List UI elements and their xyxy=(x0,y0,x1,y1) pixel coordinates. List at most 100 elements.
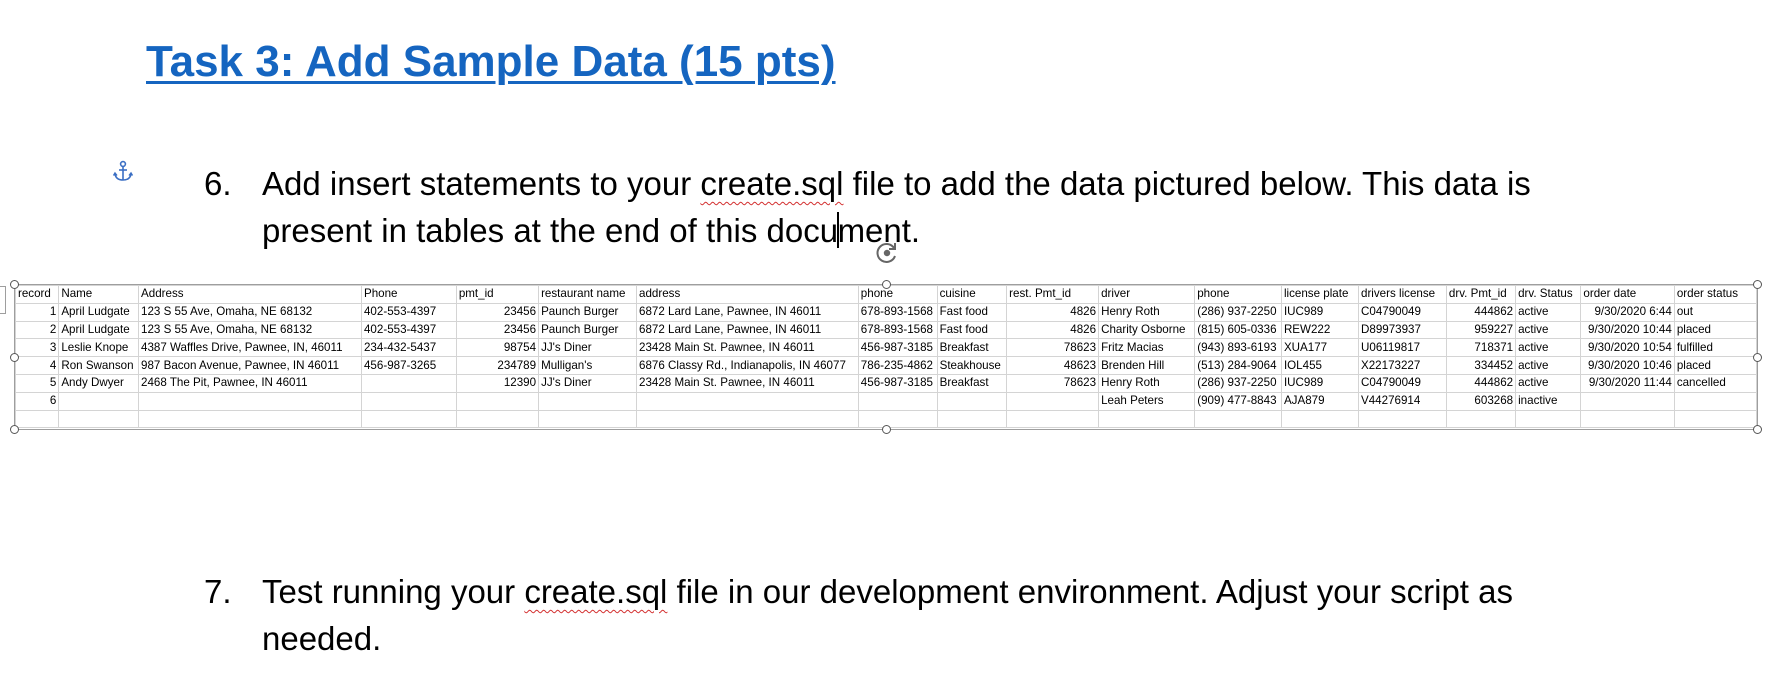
table-cell[interactable]: 23456 xyxy=(455,320,540,340)
table-cell[interactable] xyxy=(138,391,362,411)
table-cell[interactable]: 98754 xyxy=(455,338,540,358)
table-cell[interactable]: (513) 284-9064 xyxy=(1194,356,1282,375)
column-header[interactable]: record xyxy=(14,285,60,304)
table-cell[interactable]: 48623 xyxy=(1006,356,1100,375)
item-6-line-2[interactable]: present in tables at the end of this doc… xyxy=(262,207,920,254)
table-cell[interactable] xyxy=(538,391,638,411)
table-cell[interactable]: 678-893-1568 xyxy=(857,302,938,322)
table-cell[interactable]: IUC989 xyxy=(1280,373,1360,393)
table-cell[interactable]: 456-987-3185 xyxy=(857,338,938,358)
table-cell[interactable] xyxy=(1673,391,1758,411)
table-cell[interactable]: 23428 Main St. Pawnee, IN 46011 xyxy=(636,373,859,393)
table-cell[interactable]: 9/30/2020 10:46 xyxy=(1580,356,1675,375)
column-header[interactable]: pmt_id xyxy=(455,285,540,304)
table-cell[interactable]: 3 xyxy=(14,338,60,358)
table-cell[interactable]: 786-235-4862 xyxy=(857,356,938,375)
table-cell[interactable] xyxy=(936,409,1008,429)
table-cell[interactable]: 987 Bacon Avenue, Pawnee, IN 46011 xyxy=(138,356,362,375)
column-header[interactable]: cuisine xyxy=(936,285,1008,304)
column-header[interactable]: drivers license xyxy=(1358,285,1447,304)
table-cell[interactable]: 23456 xyxy=(455,302,540,322)
column-header[interactable]: driver xyxy=(1098,285,1196,304)
column-header[interactable]: Address xyxy=(138,285,362,304)
embedded-spreadsheet[interactable]: record Name Address Phone pmt_id restaurant n… xyxy=(10,280,1762,434)
table-cell[interactable]: (943) 893-6193 xyxy=(1194,338,1282,358)
table-cell[interactable]: 4826 xyxy=(1006,302,1100,322)
table-cell[interactable]: 402-553-4397 xyxy=(360,320,457,340)
resize-handle-middle-right[interactable] xyxy=(1753,353,1762,362)
table-cell[interactable]: (286) 937-2250 xyxy=(1194,302,1282,322)
table-cell[interactable]: active xyxy=(1515,320,1582,340)
table-cell[interactable] xyxy=(14,409,60,429)
table-cell[interactable]: 78623 xyxy=(1006,373,1100,393)
table-cell[interactable] xyxy=(538,409,638,429)
table-cell[interactable]: 6872 Lard Lane, Pawnee, IN 46011 xyxy=(636,302,859,322)
table-cell[interactable]: 6872 Lard Lane, Pawnee, IN 46011 xyxy=(636,320,859,340)
table-cell[interactable]: 234-432-5437 xyxy=(360,338,457,358)
table-cell[interactable]: 456-987-3265 xyxy=(360,356,457,375)
table-cell[interactable]: 444862 xyxy=(1445,373,1517,393)
table-cell[interactable] xyxy=(1006,409,1100,429)
column-header[interactable]: drv. Pmt_id xyxy=(1445,285,1517,304)
table-cell[interactable]: JJ's Diner xyxy=(538,373,638,393)
table-cell[interactable]: 5 xyxy=(14,373,60,393)
table-cell[interactable]: 123 S 55 Ave, Omaha, NE 68132 xyxy=(138,320,362,340)
resize-handle-bottom-right[interactable] xyxy=(1753,425,1762,434)
table-cell[interactable]: inactive xyxy=(1515,391,1582,411)
table-cell[interactable]: 678-893-1568 xyxy=(857,320,938,340)
table-cell[interactable] xyxy=(1580,391,1675,411)
table-cell[interactable]: 456-987-3185 xyxy=(857,373,938,393)
table-cell[interactable]: Leslie Knope xyxy=(58,338,140,358)
table-cell[interactable] xyxy=(1673,409,1758,429)
table-cell[interactable]: out xyxy=(1673,302,1758,322)
table-cell[interactable]: X22173227 xyxy=(1358,356,1447,375)
column-header[interactable]: restaurant name xyxy=(538,285,638,304)
table-cell[interactable]: Paunch Burger xyxy=(538,320,638,340)
table-cell[interactable]: Henry Roth xyxy=(1098,302,1196,322)
table-cell[interactable]: 4826 xyxy=(1006,320,1100,340)
table-cell[interactable]: Breakfast xyxy=(936,373,1008,393)
column-header[interactable]: order status xyxy=(1673,285,1758,304)
table-cell[interactable]: placed xyxy=(1673,356,1758,375)
table-cell[interactable] xyxy=(58,391,140,411)
table-cell[interactable]: Leah Peters xyxy=(1098,391,1196,411)
table-cell[interactable]: 334452 xyxy=(1445,356,1517,375)
table-cell[interactable]: 444862 xyxy=(1445,302,1517,322)
table-cell[interactable]: XUA177 xyxy=(1280,338,1360,358)
table-cell[interactable] xyxy=(138,409,362,429)
column-header[interactable]: phone xyxy=(857,285,938,304)
resize-handle-top-right[interactable] xyxy=(1753,280,1762,289)
table-cell[interactable] xyxy=(636,391,859,411)
table-cell[interactable]: IOL455 xyxy=(1280,356,1360,375)
table-cell[interactable]: Henry Roth xyxy=(1098,373,1196,393)
table-cell[interactable]: active xyxy=(1515,373,1582,393)
table-cell[interactable] xyxy=(360,409,457,429)
table-cell[interactable]: 12390 xyxy=(455,373,540,393)
table-cell[interactable]: 6876 Classy Rd., Indianapolis, IN 46077 xyxy=(636,356,859,375)
table-cell[interactable]: 959227 xyxy=(1445,320,1517,340)
table-cell[interactable] xyxy=(1358,409,1447,429)
table-cell[interactable]: Brenden Hill xyxy=(1098,356,1196,375)
table-cell[interactable]: 1 xyxy=(14,302,60,322)
table-cell[interactable] xyxy=(636,409,859,429)
table-cell[interactable]: U06119817 xyxy=(1358,338,1447,358)
table-cell[interactable]: 402-553-4397 xyxy=(360,302,457,322)
table-cell[interactable]: 9/30/2020 11:44 xyxy=(1580,373,1675,393)
table-cell[interactable]: 23428 Main St. Pawnee, IN 46011 xyxy=(636,338,859,358)
column-header[interactable]: drv. Status xyxy=(1515,285,1582,304)
resize-handle-top-center[interactable] xyxy=(882,280,891,289)
table-cell[interactable] xyxy=(1445,409,1517,429)
table-cell[interactable] xyxy=(58,409,140,429)
table-cell[interactable]: Mulligan's xyxy=(538,356,638,375)
table-cell[interactable]: cancelled xyxy=(1673,373,1758,393)
table-cell[interactable]: C04790049 xyxy=(1358,373,1447,393)
column-header[interactable]: Name xyxy=(58,285,140,304)
table-cell[interactable]: Fast food xyxy=(936,320,1008,340)
table-cell[interactable]: 234789 xyxy=(455,356,540,375)
table-cell[interactable]: 123 S 55 Ave, Omaha, NE 68132 xyxy=(138,302,362,322)
table-cell[interactable]: 718371 xyxy=(1445,338,1517,358)
table-cell[interactable]: April Ludgate xyxy=(58,302,140,322)
table-cell[interactable]: C04790049 xyxy=(1358,302,1447,322)
item-7-line-1[interactable]: Test running your create.sql file in our… xyxy=(262,568,1513,615)
table-cell[interactable]: 2 xyxy=(14,320,60,340)
